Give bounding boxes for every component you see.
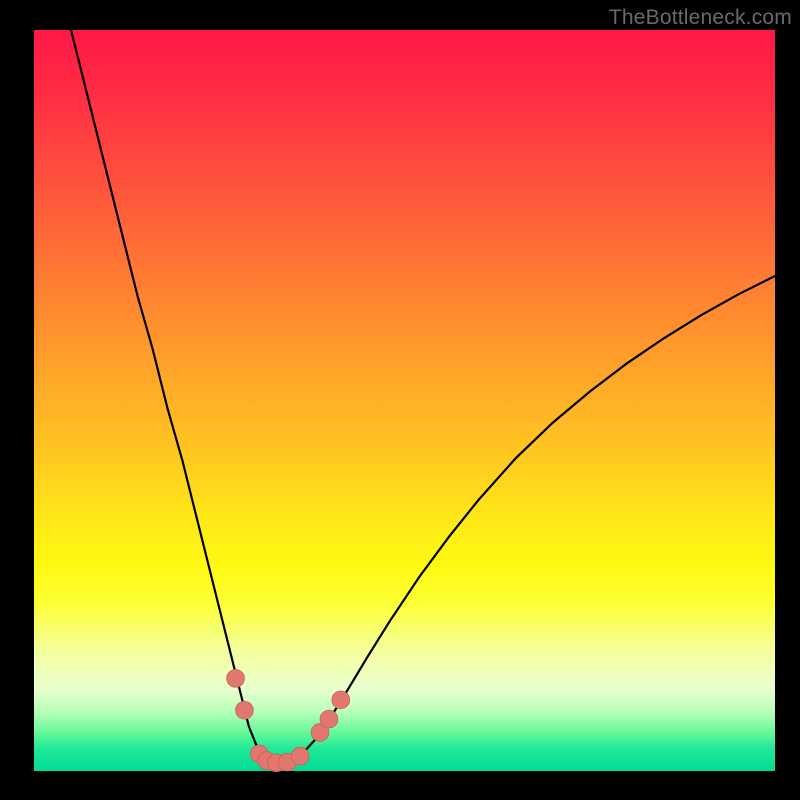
- watermark-text: TheBottleneck.com: [609, 6, 792, 30]
- curve-marker: [236, 701, 254, 719]
- curve-svg: [34, 30, 775, 771]
- curve-marker: [291, 747, 309, 765]
- plot-area: [34, 30, 775, 771]
- bottleneck-curve: [71, 30, 775, 763]
- curve-marker: [227, 669, 245, 687]
- curve-markers: [227, 669, 350, 771]
- curve-marker: [320, 710, 338, 728]
- curve-marker: [332, 691, 350, 709]
- chart-frame: TheBottleneck.com: [0, 0, 800, 800]
